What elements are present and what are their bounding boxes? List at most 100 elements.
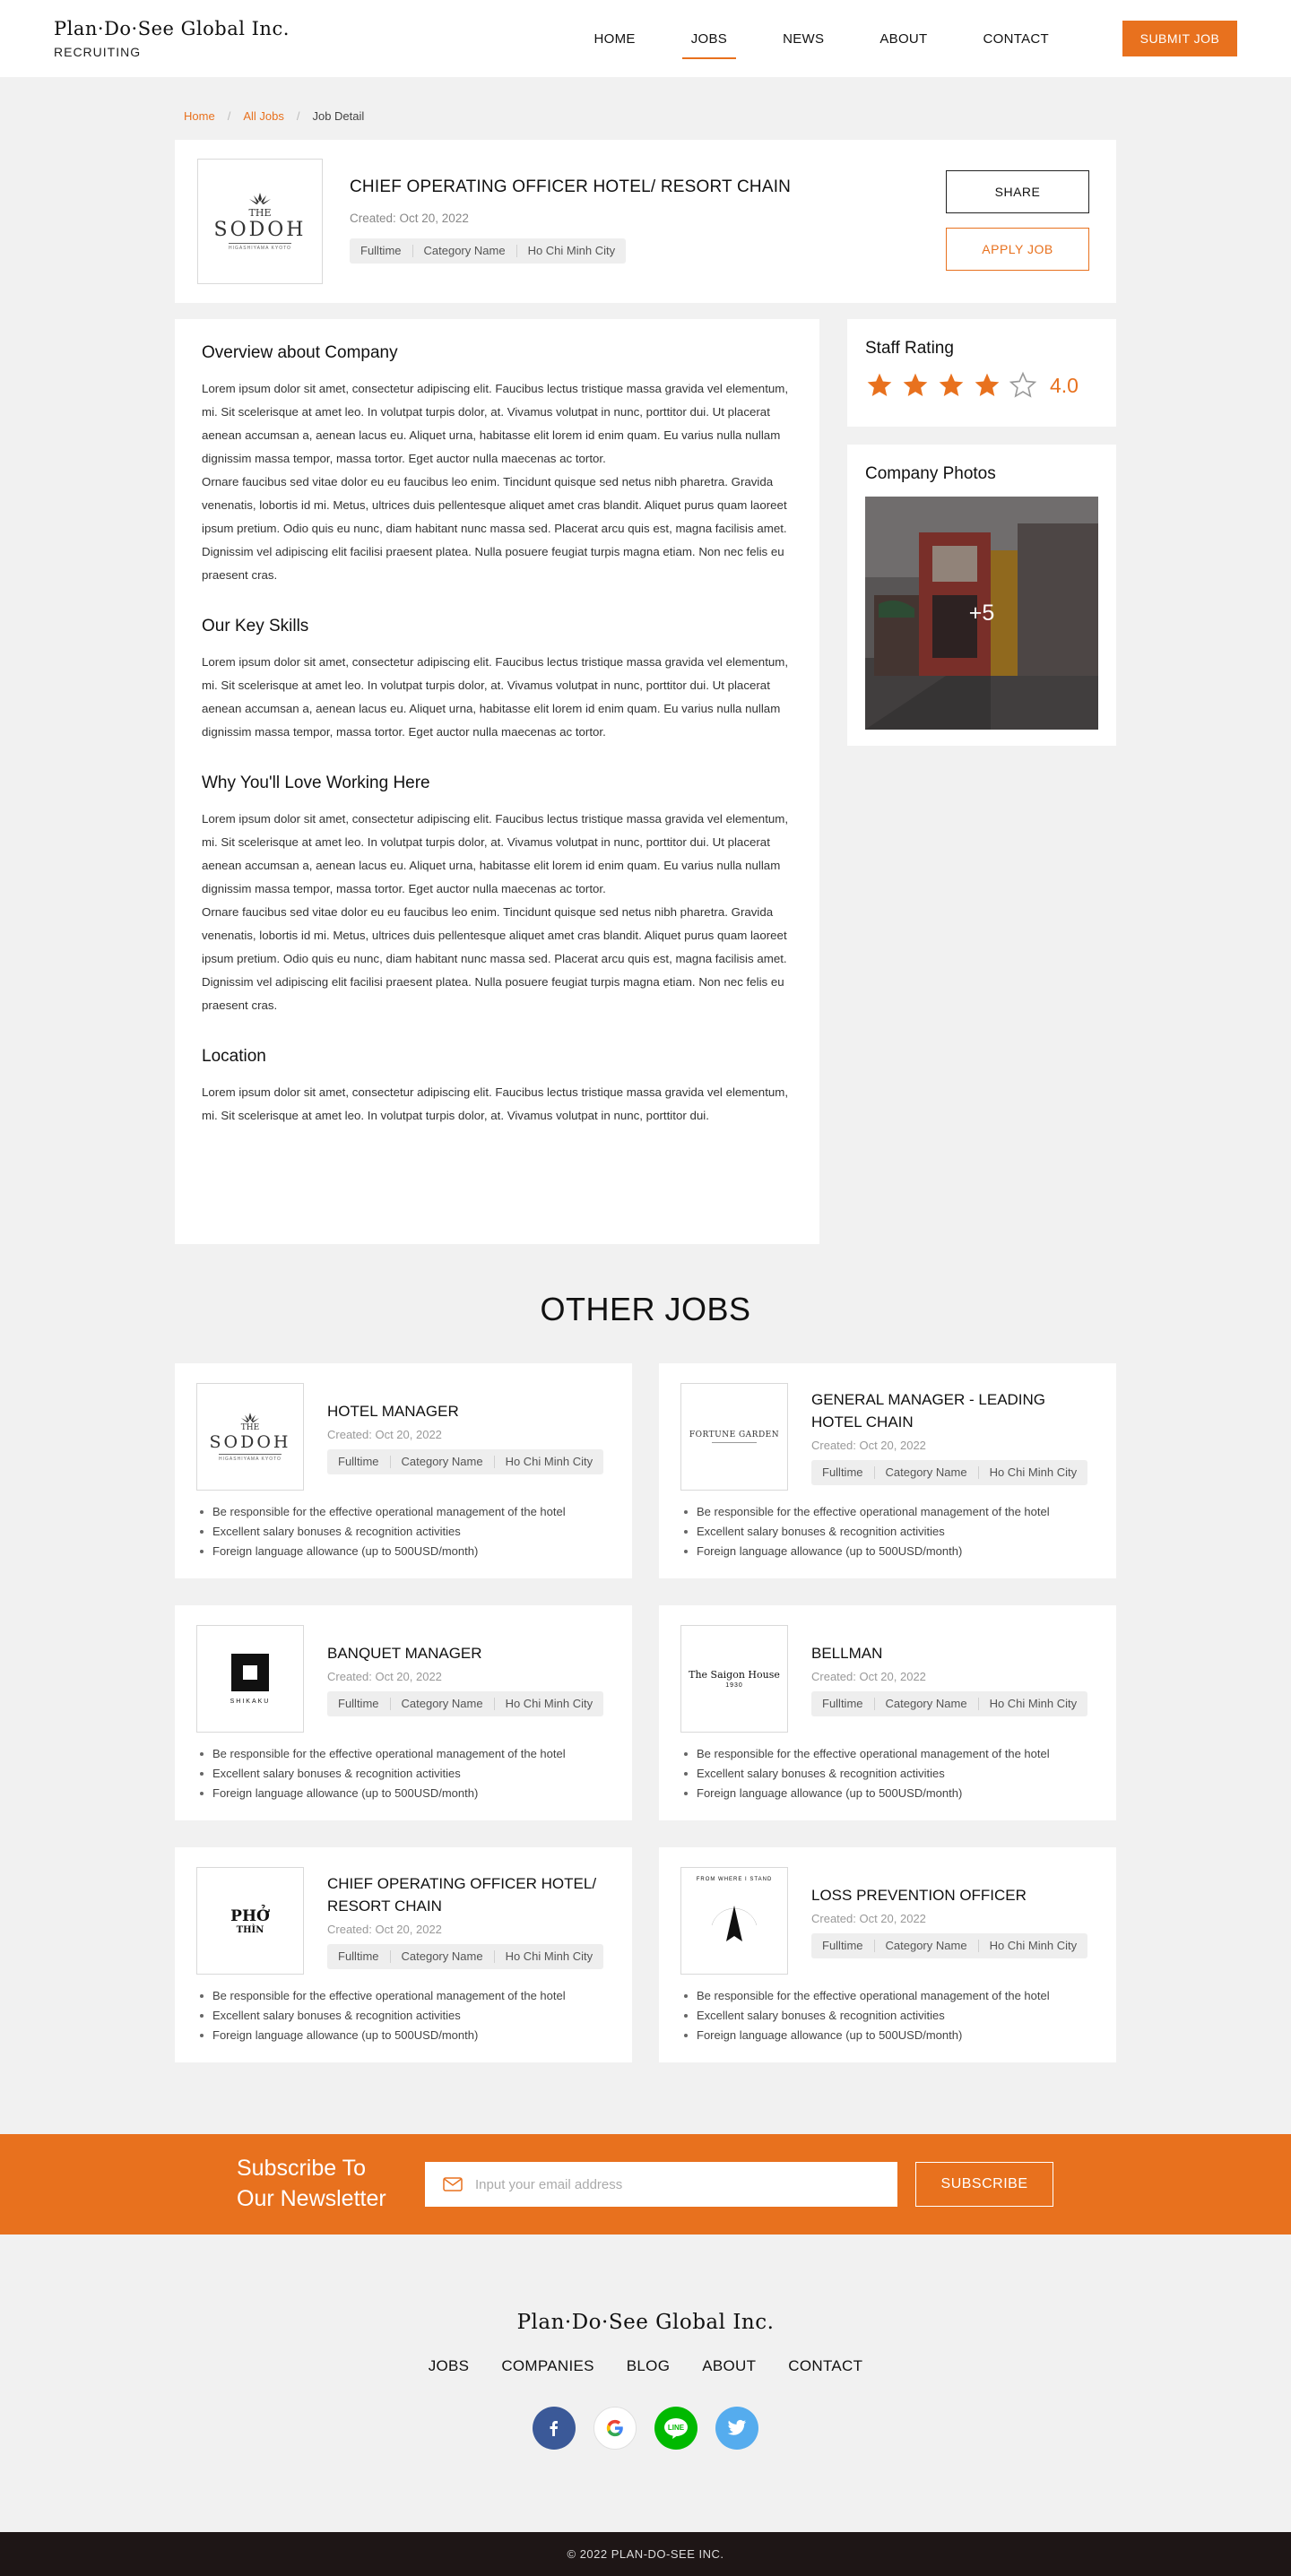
logo-sub-text: HIGASHIYAMA KYOTO: [219, 1453, 282, 1462]
section-paragraph: Lorem ipsum dolor sit amet, consectetur …: [202, 812, 789, 895]
brand-name: Plan·Do·See Global Inc.: [54, 18, 290, 39]
share-button[interactable]: SHARE: [946, 170, 1089, 213]
job-tags: Fulltime Category Name Ho Chi Minh City: [327, 1448, 604, 1474]
job-card-created: Created: Oct 20, 2022: [811, 1439, 926, 1452]
job-title: CHIEF OPERATING OFFICER HOTEL/ RESORT CH…: [350, 177, 792, 196]
nav-news[interactable]: NEWS: [774, 24, 833, 54]
square-logo-icon: [231, 1653, 269, 1691]
footer-nav: JOBS COMPANIES BLOG ABOUT CONTACT: [0, 2357, 1291, 2375]
subscribe-button[interactable]: SUBSCRIBE: [915, 2162, 1053, 2207]
section-paragraph: Ornare faucibus sed vitae dolor eu eu fa…: [202, 475, 787, 582]
logo-top-text: THE: [240, 1422, 260, 1432]
overview-section: Overview about Company Lorem ipsum dolor…: [202, 343, 793, 587]
job-card-title[interactable]: LOSS PREVENTION OFFICER: [811, 1884, 1098, 1906]
newsletter-email-input[interactable]: [475, 2176, 870, 2192]
job-card[interactable]: FROM WHERE I STAND LOSS PREVENTION OFFIC…: [659, 1847, 1116, 2062]
job-tags: Fulltime Category Name Ho Chi Minh City: [811, 1460, 1088, 1485]
submit-job-button[interactable]: SUBMIT JOB: [1122, 21, 1237, 56]
job-card[interactable]: SHIKAKU BANQUET MANAGER Created: Oct 20,…: [175, 1605, 632, 1820]
footer-nav-contact[interactable]: CONTACT: [788, 2357, 862, 2375]
list-item: Excellent salary bonuses & recognition a…: [684, 1522, 1050, 1542]
job-tags: Fulltime Category Name Ho Chi Minh City: [327, 1944, 604, 1969]
logo-divider: [712, 1442, 757, 1443]
job-card-title[interactable]: GENERAL MANAGER - LEADING HOTEL CHAIN: [811, 1388, 1098, 1433]
section-paragraph: Lorem ipsum dolor sit amet, consectetur …: [202, 655, 789, 739]
tag-employment-type: Fulltime: [338, 1696, 379, 1710]
tag-category: Category Name: [389, 1697, 494, 1710]
logo-text: FORTUNE GARDEN: [689, 1431, 780, 1439]
job-card-created: Created: Oct 20, 2022: [327, 1923, 442, 1936]
more-photos-count[interactable]: +5: [865, 497, 1098, 730]
footer-nav-blog[interactable]: BLOG: [627, 2357, 670, 2375]
rating-value: 4.0: [1050, 373, 1079, 397]
nav-jobs[interactable]: JOBS: [681, 24, 737, 59]
list-item: Be responsible for the effective operati…: [200, 1744, 566, 1764]
job-tags: Fulltime Category Name Ho Chi Minh City: [327, 1690, 604, 1716]
company-logo: SHIKAKU: [196, 1625, 304, 1733]
tag-employment-type: Fulltime: [822, 1465, 863, 1479]
section-paragraph: Lorem ipsum dolor sit amet, consectetur …: [202, 1085, 789, 1122]
logo-name-text: SODOH: [213, 218, 307, 241]
job-card-title[interactable]: CHIEF OPERATING OFFICER HOTEL/ RESORT CH…: [327, 1872, 614, 1917]
list-item: Excellent salary bonuses & recognition a…: [684, 1764, 1050, 1784]
google-icon[interactable]: [594, 2407, 637, 2450]
line-icon[interactable]: LINE: [654, 2407, 697, 2450]
tag-employment-type: Fulltime: [822, 1938, 863, 1952]
job-card-created: Created: Oct 20, 2022: [811, 1911, 926, 1925]
job-description: Overview about Company Lorem ipsum dolor…: [175, 319, 819, 1244]
mail-icon: [443, 2177, 463, 2191]
twitter-glyph: [727, 2419, 747, 2435]
list-item: Be responsible for the effective operati…: [200, 1502, 566, 1522]
breadcrumb-all-jobs[interactable]: All Jobs: [243, 109, 284, 123]
nav-contact[interactable]: CONTACT: [975, 24, 1058, 54]
job-card-title[interactable]: BANQUET MANAGER: [327, 1642, 614, 1664]
job-card-title[interactable]: BELLMAN: [811, 1642, 1098, 1664]
job-card-header: CHIEF OPERATING OFFICER HOTEL/ RESORT CH…: [327, 1867, 614, 1975]
tag-location: Ho Chi Minh City: [493, 1950, 604, 1963]
footer-nav-jobs[interactable]: JOBS: [429, 2357, 470, 2375]
facebook-icon[interactable]: [533, 2407, 576, 2450]
why-work-here-section: Why You'll Love Working Here Lorem ipsum…: [202, 774, 793, 1017]
breadcrumb-separator: /: [227, 109, 231, 123]
job-tags: Fulltime Category Name Ho Chi Minh City: [350, 238, 627, 264]
section-paragraph: Ornare faucibus sed vitae dolor eu eu fa…: [202, 905, 787, 1012]
tag-location: Ho Chi Minh City: [516, 245, 627, 257]
list-item: Foreign language allowance (up to 500USD…: [200, 1784, 566, 1803]
job-card[interactable]: THE SODOH HIGASHIYAMA KYOTO HOTEL MANAGE…: [175, 1363, 632, 1578]
job-card-created: Created: Oct 20, 2022: [811, 1669, 926, 1683]
tag-category: Category Name: [389, 1950, 494, 1963]
list-item: Be responsible for the effective operati…: [684, 1502, 1050, 1522]
company-logo: FROM WHERE I STAND: [680, 1867, 788, 1975]
tag-category: Category Name: [873, 1697, 978, 1710]
footer-nav-companies[interactable]: COMPANIES: [501, 2357, 594, 2375]
tag-category: Category Name: [389, 1455, 494, 1468]
logo-text: FROM WHERE I STAND: [696, 1877, 773, 1882]
apply-job-button[interactable]: APPLY JOB: [946, 228, 1089, 271]
tag-employment-type: Fulltime: [360, 244, 402, 257]
job-card[interactable]: FORTUNE GARDEN GENERAL MANAGER - LEADING…: [659, 1363, 1116, 1578]
newsletter-email-field[interactable]: [425, 2162, 897, 2207]
logo-sub-text: THÌN: [236, 1924, 264, 1935]
list-item: Foreign language allowance (up to 500USD…: [684, 2026, 1050, 2045]
footer-brand[interactable]: Plan·Do·See Global Inc.: [0, 2311, 1291, 2334]
company-photo[interactable]: +5: [865, 497, 1098, 730]
job-card-title[interactable]: HOTEL MANAGER: [327, 1400, 614, 1422]
footer-nav-about[interactable]: ABOUT: [702, 2357, 756, 2375]
brand-logo[interactable]: Plan·Do·See Global Inc. RECRUITING: [54, 18, 290, 59]
section-title: Why You'll Love Working Here: [202, 774, 430, 792]
job-card-bullets: Be responsible for the effective operati…: [200, 1986, 566, 2045]
site-header: Plan·Do·See Global Inc. RECRUITING HOME …: [0, 0, 1291, 77]
star-rating: 4.0: [865, 371, 1098, 400]
job-card[interactable]: PHỞ THÌN CHIEF OPERATING OFFICER HOTEL/ …: [175, 1847, 632, 2062]
twitter-icon[interactable]: [715, 2407, 758, 2450]
list-item: Be responsible for the effective operati…: [684, 1744, 1050, 1764]
job-card-bullets: Be responsible for the effective operati…: [684, 1502, 1050, 1561]
nav-about[interactable]: ABOUT: [871, 24, 936, 54]
breadcrumb-home[interactable]: Home: [184, 109, 215, 123]
tag-employment-type: Fulltime: [338, 1454, 379, 1468]
tag-category: Category Name: [873, 1939, 978, 1952]
company-logo: THE SODOH HIGASHIYAMA KYOTO: [197, 159, 323, 284]
nav-home[interactable]: HOME: [585, 24, 645, 54]
job-card[interactable]: The Saigon House 1930 BELLMAN Created: O…: [659, 1605, 1116, 1820]
logo-text: PHỞ: [230, 1906, 270, 1925]
